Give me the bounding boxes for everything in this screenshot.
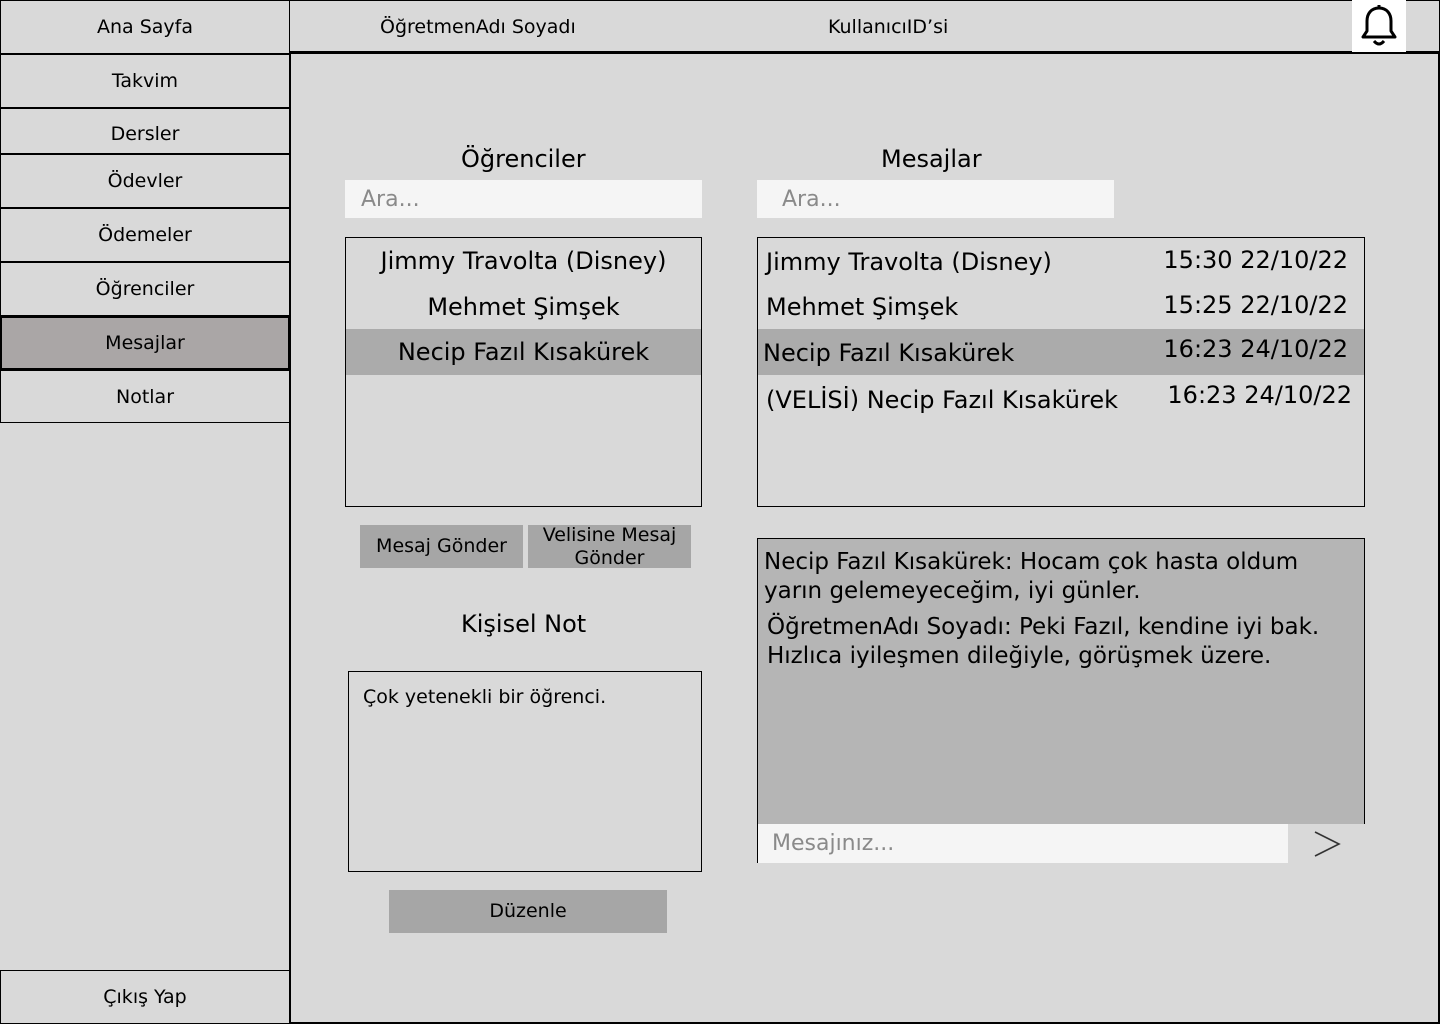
- button-label: Mesaj Gönder: [376, 535, 507, 558]
- sidebar-item-calendar[interactable]: Takvim: [0, 54, 290, 108]
- sidebar-item-notes[interactable]: Notlar: [0, 370, 290, 423]
- table-row[interactable]: Necip Fazıl Kısakürek 16:23 24/10/22: [758, 329, 1364, 375]
- chat-message-line: Necip Fazıl Kısakürek: Hocam çok hasta o…: [764, 549, 1299, 575]
- button-label: Velisine Mesaj Gönder: [542, 523, 677, 569]
- personal-note-box: Çok yetenekli bir öğrenci.: [348, 671, 702, 872]
- sidebar-item-label: Mesajlar: [105, 332, 185, 354]
- message-time: 16:23 24/10/22: [1167, 381, 1352, 409]
- message-time: 15:25 22/10/22: [1163, 291, 1348, 319]
- table-row[interactable]: Mehmet Şimşek 15:25 22/10/22: [758, 283, 1364, 329]
- send-message-button[interactable]: Mesaj Gönder: [360, 525, 523, 568]
- sidebar-item-label: Notlar: [115, 385, 175, 408]
- logout-button[interactable]: Çıkış Yap: [0, 970, 290, 1024]
- message-time: 16:23 24/10/22: [1163, 335, 1348, 363]
- button-label: Düzenle: [489, 900, 567, 923]
- sidebar-divider: [289, 54, 291, 1024]
- sidebar-item-payments[interactable]: Ödemeler: [0, 208, 290, 262]
- top-bar: ÖğretmenAdı Soyadı KullanıcıID’si: [290, 0, 1440, 54]
- chat-panel: Necip Fazıl Kısakürek: Hocam çok hasta o…: [757, 538, 1365, 863]
- message-sender: Jimmy Travolta (Disney): [766, 248, 1052, 276]
- student-name: Jimmy Travolta (Disney): [380, 247, 667, 275]
- send-parent-message-button[interactable]: Velisine Mesaj Gönder: [528, 523, 691, 569]
- student-name: Necip Fazıl Kısakürek: [397, 338, 650, 366]
- sidebar-item-home[interactable]: Ana Sayfa: [0, 0, 290, 54]
- notification-button[interactable]: [1352, 0, 1406, 52]
- sidebar-item-label: Ana Sayfa: [96, 16, 193, 38]
- messages-list: Jimmy Travolta (Disney) 15:30 22/10/22 M…: [757, 237, 1365, 507]
- send-button[interactable]: [1288, 824, 1365, 863]
- teacher-name: ÖğretmenAdı Soyadı: [380, 16, 576, 38]
- messages-search-input[interactable]: [757, 180, 1114, 218]
- table-row[interactable]: Jimmy Travolta (Disney) 15:30 22/10/22: [758, 238, 1364, 284]
- message-time: 15:30 22/10/22: [1163, 246, 1348, 274]
- personal-note-text: Çok yetenekli bir öğrenci.: [363, 686, 607, 708]
- bell-icon: [1361, 5, 1397, 46]
- chat-message-line: Hızlıca iyileşmen dileğiyle, görüşmek üz…: [767, 643, 1272, 669]
- sidebar-item-label: Öğrenciler: [95, 278, 195, 300]
- message-sender: Necip Fazıl Kısakürek: [763, 339, 1015, 367]
- chat-message: Necip Fazıl Kısakürek: Hocam çok hasta o…: [764, 548, 1298, 606]
- user-id: KullanıcıID’si: [828, 16, 949, 38]
- chat-message-line: ÖğretmenAdı Soyadı: Peki Fazıl, kendine …: [767, 614, 1320, 640]
- table-row[interactable]: (VELİSİ) Necip Fazıl Kısakürek 16:23 24/…: [758, 376, 1364, 422]
- sidebar-item-label: Dersler: [110, 123, 180, 145]
- message-sender: (VELİSİ) Necip Fazıl Kısakürek: [766, 386, 1119, 414]
- chat-message: ÖğretmenAdı Soyadı: Peki Fazıl, kendine …: [767, 613, 1319, 671]
- sidebar-item-label: Takvim: [111, 70, 179, 92]
- message-sender: Mehmet Şimşek: [766, 293, 959, 321]
- messages-title: Mesajlar: [881, 145, 982, 173]
- sidebar-item-assignments[interactable]: Ödevler: [0, 154, 290, 208]
- student-name: Mehmet Şimşek: [427, 293, 620, 321]
- logout-label: Çıkış Yap: [103, 986, 187, 1008]
- sidebar-item-messages[interactable]: Mesajlar: [0, 316, 290, 370]
- edit-note-button[interactable]: Düzenle: [389, 890, 667, 933]
- students-list: Jimmy Travolta (Disney) Mehmet Şimşek Ne…: [345, 237, 702, 507]
- list-item[interactable]: Mehmet Şimşek: [346, 284, 701, 330]
- sidebar-item-students[interactable]: Öğrenciler: [0, 262, 290, 316]
- students-title: Öğrenciler: [461, 145, 586, 173]
- students-search-input[interactable]: [345, 180, 702, 218]
- note-title: Kişisel Not: [461, 610, 587, 638]
- sidebar-item-courses[interactable]: Dersler: [0, 108, 290, 154]
- sidebar-item-label: Ödevler: [107, 170, 183, 192]
- sidebar-item-label: Ödemeler: [98, 224, 192, 246]
- list-item[interactable]: Necip Fazıl Kısakürek: [346, 329, 701, 375]
- list-item[interactable]: Jimmy Travolta (Disney): [346, 238, 701, 284]
- message-input[interactable]: [758, 824, 1288, 863]
- chat-message-line: yarın gelemeyeceğim, iyi günler.: [764, 578, 1141, 604]
- send-arrow-icon: [1314, 830, 1341, 857]
